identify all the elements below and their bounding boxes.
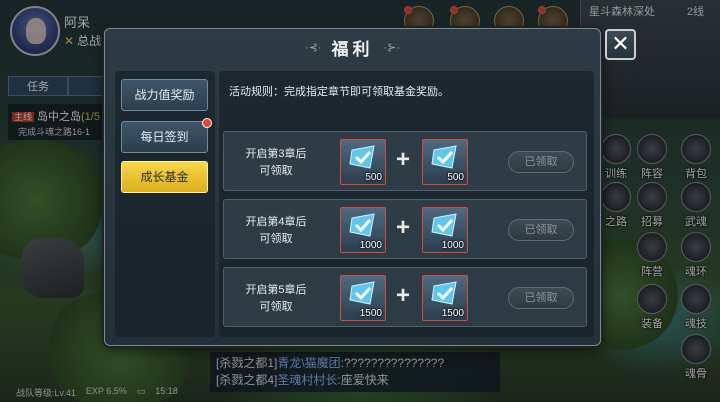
claimed-button[interactable]: 已领取 xyxy=(508,219,574,241)
blue-crystal-check-icon xyxy=(431,145,457,169)
welfare-dialog: ·⊰· 福利 ·⊱· 战力值奖励 每日签到 成长基金 活动规则：完成指定章节即可… xyxy=(104,28,601,346)
nav-growth-fund[interactable]: 成长基金 xyxy=(121,161,208,193)
nav-label: 成长基金 xyxy=(140,170,189,184)
blue-crystal-check-icon xyxy=(431,281,457,305)
fund-row: 开启第4章后 可领取 1000 + 1000 已领取 xyxy=(223,199,587,259)
reward-quantity: 1500 xyxy=(441,308,464,319)
reward-quantity: 500 xyxy=(447,172,464,183)
dialog-header: ·⊰· 福利 ·⊱· xyxy=(105,29,600,65)
plus-sign: + xyxy=(396,146,411,173)
growth-fund-panel: 活动规则：完成指定章节即可领取基金奖励。 开启第3章后 可领取 500 + 500… xyxy=(219,71,594,337)
title-ornament-icon: ·⊰· xyxy=(304,41,322,54)
reward-item[interactable]: 500 xyxy=(422,139,468,185)
condition-line: 可领取 xyxy=(259,165,293,177)
title-ornament-icon: ·⊱· xyxy=(383,41,401,54)
blue-crystal-check-icon xyxy=(349,145,375,169)
fund-condition: 开启第3章后 可领取 xyxy=(234,146,318,180)
notification-dot xyxy=(202,118,212,128)
blue-crystal-check-icon xyxy=(349,213,375,237)
fund-row: 开启第3章后 可领取 500 + 500 已领取 xyxy=(223,131,587,191)
condition-line: 开启第3章后 xyxy=(245,148,307,160)
welfare-nav: 战力值奖励 每日签到 成长基金 xyxy=(115,71,215,337)
reward-item[interactable]: 500 xyxy=(340,139,386,185)
reward-item[interactable]: 1000 xyxy=(422,207,468,253)
nav-daily-signin[interactable]: 每日签到 xyxy=(121,118,212,153)
plus-sign: + xyxy=(396,282,411,309)
reward-item[interactable]: 1000 xyxy=(340,207,386,253)
reward-quantity: 1000 xyxy=(359,240,382,251)
reward-item[interactable]: 1500 xyxy=(422,275,468,321)
plus-sign: + xyxy=(396,214,411,241)
condition-line: 可领取 xyxy=(259,233,293,245)
close-button[interactable]: ✕ xyxy=(605,29,636,60)
fund-condition: 开启第4章后 可领取 xyxy=(234,214,318,248)
blue-crystal-check-icon xyxy=(349,281,375,305)
claimed-button[interactable]: 已领取 xyxy=(508,287,574,309)
fund-condition: 开启第5章后 可领取 xyxy=(234,282,318,316)
dialog-title: 福利 xyxy=(331,39,374,59)
claimed-button[interactable]: 已领取 xyxy=(508,151,574,173)
reward-quantity: 1500 xyxy=(359,308,382,319)
close-icon: ✕ xyxy=(611,31,630,56)
condition-line: 开启第4章后 xyxy=(245,216,307,228)
nav-label: 每日签到 xyxy=(140,130,189,144)
fund-row: 开启第5章后 可领取 1500 + 1500 已领取 xyxy=(223,267,587,327)
condition-line: 开启第5章后 xyxy=(245,284,307,296)
condition-line: 可领取 xyxy=(259,301,293,313)
nav-label: 战力值奖励 xyxy=(134,88,195,102)
reward-item[interactable]: 1500 xyxy=(340,275,386,321)
activity-rules: 活动规则：完成指定章节即可领取基金奖励。 xyxy=(229,86,449,98)
blue-crystal-check-icon xyxy=(431,213,457,237)
reward-quantity: 500 xyxy=(365,172,382,183)
reward-quantity: 1000 xyxy=(441,240,464,251)
nav-power-reward[interactable]: 战力值奖励 xyxy=(121,79,208,111)
